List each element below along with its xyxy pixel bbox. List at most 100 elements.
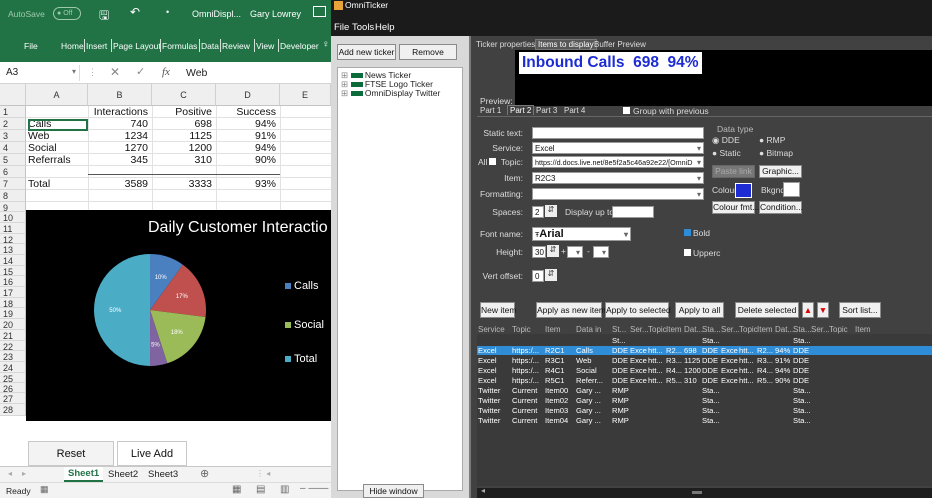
row-header-11[interactable]: 11: [0, 223, 26, 234]
grid-col-header[interactable]: Item: [666, 325, 682, 334]
cell-a3[interactable]: Web: [28, 130, 88, 142]
grid-col-header[interactable]: St...: [612, 325, 626, 334]
sort-list-button[interactable]: Sort list...: [839, 302, 881, 318]
name-box[interactable]: A3: [0, 65, 80, 81]
ribbon-display-icon[interactable]: [313, 6, 326, 17]
row-header-12[interactable]: 12: [0, 234, 26, 245]
grid-col-header[interactable]: Service: [478, 325, 505, 334]
cell-c4[interactable]: 1200: [152, 142, 216, 154]
select-all-corner[interactable]: [0, 84, 26, 106]
cell-c6[interactable]: 3333: [152, 178, 216, 190]
topic-select[interactable]: https://d.docs.live.net/8e5f2a5c46a92e22…: [532, 156, 704, 168]
spaces-spinner-icon[interactable]: ⇵: [545, 205, 557, 217]
page-layout-view-icon[interactable]: ▤: [256, 484, 265, 495]
col-header-c[interactable]: C: [152, 84, 216, 106]
height-input[interactable]: 30: [532, 246, 546, 258]
tab-file[interactable]: File: [24, 41, 38, 51]
row-header-13[interactable]: 13: [0, 244, 26, 255]
col-header-d[interactable]: D: [216, 84, 280, 106]
scroll-left-icon[interactable]: ◂: [481, 486, 485, 495]
cell-d6[interactable]: 93%: [216, 178, 280, 190]
tab-home[interactable]: Home: [61, 41, 84, 51]
formula-input[interactable]: Web: [186, 67, 207, 79]
sheet-scroll-icon[interactable]: ⋮ ◂: [256, 469, 270, 478]
colour-swatch[interactable]: [735, 183, 752, 198]
row-header-2[interactable]: 2: [0, 118, 26, 130]
cell-a6[interactable]: Total: [28, 178, 88, 190]
col-header-e[interactable]: E: [280, 84, 331, 106]
row-header-1[interactable]: 1: [0, 106, 26, 118]
row-header-23[interactable]: 23: [0, 351, 26, 362]
row-header-3[interactable]: 3: [0, 130, 26, 142]
cell-b4[interactable]: 1270: [88, 142, 152, 154]
group-previous-checkbox[interactable]: [623, 107, 630, 114]
tab-formulas[interactable]: Formulas: [162, 41, 197, 51]
cell-d4[interactable]: 94%: [216, 142, 280, 154]
grid-row[interactable]: Excel https:/... R2C1 Calls DDE Excel htt... R2…: [477, 346, 932, 355]
cell-d2[interactable]: 94%: [216, 118, 280, 130]
bkgnd-swatch[interactable]: [783, 182, 800, 197]
qat-more-icon[interactable]: •: [166, 7, 169, 17]
tab-view[interactable]: View: [256, 41, 274, 51]
grid-row[interactable]: Twitter Current Item03 Gary ... RMP Sta... Sta…: [477, 406, 932, 415]
row-header-15[interactable]: 15: [0, 266, 26, 277]
grid-col-header[interactable]: Dat...: [684, 325, 703, 334]
grid-col-header[interactable]: Topic: [739, 325, 758, 334]
sheet-tab-1[interactable]: Sheet1: [64, 467, 104, 482]
grid-col-header[interactable]: Sta...: [793, 325, 812, 334]
graphic-button[interactable]: Graphic...: [759, 165, 802, 178]
tab-ticker-properties[interactable]: Ticker properties: [476, 40, 535, 49]
grid-row[interactable]: Twitter Current Item02 Gary ... RMP Sta... Sta…: [477, 396, 932, 405]
grid-col-header[interactable]: Sta...: [702, 325, 721, 334]
cell-c3[interactable]: 1125: [152, 130, 216, 142]
cell-b5[interactable]: 345: [88, 154, 152, 166]
tab-buffer-preview[interactable]: Buffer Preview: [594, 40, 646, 49]
menu-file[interactable]: File: [334, 22, 349, 33]
menu-tools[interactable]: Tools: [352, 22, 374, 33]
service-select[interactable]: Excel: [532, 142, 704, 154]
display-up-to-input[interactable]: [612, 206, 654, 218]
vert-offset-spinner-icon[interactable]: ⇵: [545, 269, 557, 281]
grid-col-header[interactable]: Item: [855, 325, 871, 334]
row-header-7[interactable]: 7: [0, 178, 26, 190]
radio-dde[interactable]: ◉ DDE: [712, 135, 740, 146]
static-text-input[interactable]: [532, 127, 704, 139]
cell-d3[interactable]: 91%: [216, 130, 280, 142]
grid-row[interactable]: Excel https:/... R3C1 Web DDE Excel htt... R3..…: [477, 356, 932, 365]
grid-col-header[interactable]: Item: [545, 325, 561, 334]
menu-help[interactable]: Help: [375, 22, 395, 33]
save-icon[interactable]: 🖫: [99, 6, 109, 27]
paste-link-button[interactable]: Paste link: [712, 165, 755, 178]
height-minus-select[interactable]: [593, 246, 609, 258]
grid-col-header[interactable]: Ser...: [811, 325, 830, 334]
row-header-4[interactable]: 4: [0, 142, 26, 154]
pie-chart[interactable]: Daily Customer Interactio 10% 17% 18% 5% 50%…: [26, 210, 331, 421]
row-header-19[interactable]: 19: [0, 308, 26, 319]
normal-view-icon[interactable]: ▦: [232, 484, 241, 495]
item-select[interactable]: R2C3: [532, 172, 704, 184]
tab-insert[interactable]: Insert: [86, 41, 107, 51]
cell-d5[interactable]: 90%: [216, 154, 280, 166]
ticker-tree[interactable]: ⊞ News Ticker ⊞ FTSE Logo Ticker ⊞ OmniD…: [337, 67, 463, 491]
enter-formula-icon[interactable]: ✓: [136, 65, 145, 78]
page-break-view-icon[interactable]: ▥: [280, 484, 289, 495]
col-header-b[interactable]: B: [88, 84, 152, 106]
macro-record-icon[interactable]: ▦: [40, 484, 49, 495]
tab-part-3[interactable]: Part 3: [536, 106, 557, 115]
reset-button[interactable]: Reset: [28, 441, 114, 466]
formatting-select[interactable]: [532, 188, 704, 200]
move-down-button[interactable]: ▼: [817, 302, 829, 318]
add-sheet-icon[interactable]: ⊕: [200, 467, 209, 480]
cell-b6[interactable]: 3589: [88, 178, 152, 190]
bold-checkbox[interactable]: [684, 229, 691, 236]
cell-c1[interactable]: Positive: [152, 106, 216, 118]
grid-col-header[interactable]: Data in: [576, 325, 601, 334]
cell-d1[interactable]: Success: [216, 106, 280, 118]
tab-developer[interactable]: Developer: [280, 41, 319, 51]
vert-offset-input[interactable]: 0: [532, 270, 544, 282]
new-item-button[interactable]: New item: [480, 302, 516, 318]
cell-c2[interactable]: 698: [152, 118, 216, 130]
zoom-slider-icon[interactable]: – ——: [300, 483, 328, 494]
grid-col-header[interactable]: Ser...: [630, 325, 649, 334]
radio-bitmap[interactable]: ● Bitmap: [759, 148, 793, 158]
